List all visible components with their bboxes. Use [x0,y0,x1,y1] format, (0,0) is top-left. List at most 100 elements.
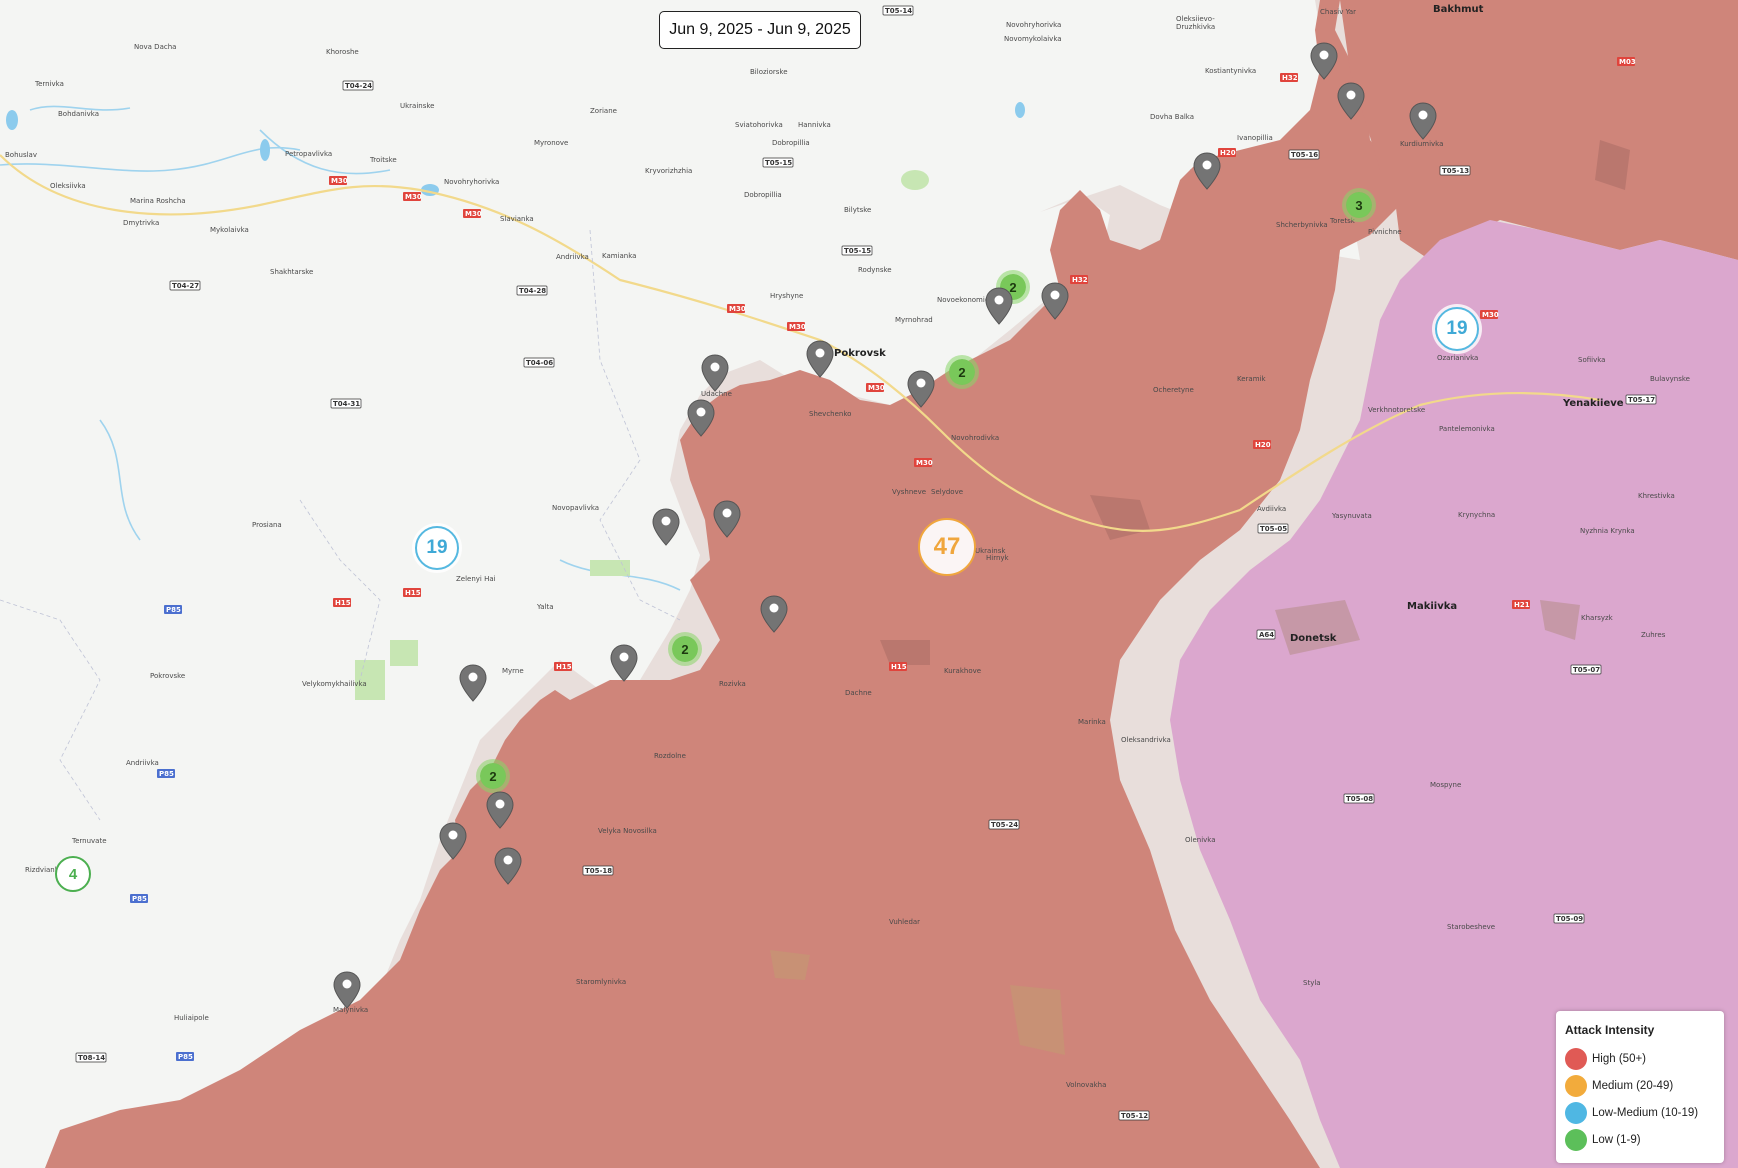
svg-text:T05-18: T05-18 [585,867,612,875]
svg-text:M30: M30 [1482,311,1499,319]
svg-text:Dmytrivka: Dmytrivka [123,219,159,227]
svg-text:Verkhnotoretske: Verkhnotoretske [1368,406,1425,414]
svg-text:Hirnyk: Hirnyk [986,554,1010,562]
svg-text:Ternuvate: Ternuvate [71,837,107,845]
svg-text:T05-05: T05-05 [1260,525,1287,533]
svg-text:M30: M30 [868,384,885,392]
svg-text:Kostiantynivka: Kostiantynivka [1205,67,1256,75]
svg-text:T05-12: T05-12 [1121,1112,1148,1120]
svg-text:H15: H15 [891,663,907,671]
attack-pin-icon[interactable] [806,340,834,378]
svg-text:Zoriane: Zoriane [590,107,617,115]
svg-text:Novohryhorivka: Novohryhorivka [1006,21,1061,29]
attack-pin-icon[interactable] [687,399,715,437]
svg-text:Kharsyzk: Kharsyzk [1581,614,1614,622]
svg-text:Oleksiievo-: Oleksiievo- [1176,15,1215,23]
svg-text:Ukrainsk: Ukrainsk [975,547,1006,555]
svg-text:T05-15: T05-15 [844,247,871,255]
cluster-marker[interactable]: 3 [1342,188,1376,222]
svg-text:Novopavlivka: Novopavlivka [552,504,599,512]
cluster-marker[interactable]: 2 [476,759,510,793]
attack-pin-icon[interactable] [486,791,514,829]
svg-text:T05-15: T05-15 [765,159,792,167]
svg-text:T04-06: T04-06 [526,359,553,367]
svg-text:H15: H15 [556,663,572,671]
low-swatch [1565,1128,1587,1151]
legend-item-low: Low (1-9) [1565,1126,1715,1153]
attack-pin-icon[interactable] [1193,152,1221,190]
attack-pin-icon[interactable] [985,287,1013,325]
attack-pin-icon[interactable] [494,847,522,885]
basemap[interactable]: Nova Dacha Ternivka Bohdanivka Bohuslav … [0,0,1738,1168]
svg-text:Novomykolaivka: Novomykolaivka [1004,35,1062,43]
svg-text:Yalta: Yalta [536,603,554,611]
attack-pin-icon[interactable] [1041,282,1069,320]
svg-text:Starobesheve: Starobesheve [1447,923,1495,931]
map-view[interactable]: Nova Dacha Ternivka Bohdanivka Bohuslav … [0,0,1738,1168]
svg-text:M30: M30 [916,459,933,467]
attack-pin-icon[interactable] [713,500,741,538]
svg-text:Ocheretyne: Ocheretyne [1153,386,1194,394]
svg-text:M30: M30 [405,193,422,201]
svg-text:Huliaipole: Huliaipole [174,1014,209,1022]
svg-text:T04-27: T04-27 [172,282,199,290]
svg-text:Velyka Novosilka: Velyka Novosilka [598,827,657,835]
attack-pin-icon[interactable] [439,822,467,860]
cluster-marker[interactable]: 2 [945,355,979,389]
svg-text:Hannivka: Hannivka [798,121,831,129]
cluster-marker[interactable]: 4 [55,856,91,892]
svg-text:Makiivka: Makiivka [1407,601,1457,612]
legend-label-high: High (50+) [1592,1052,1647,1065]
svg-text:Shcherbynivka: Shcherbynivka [1276,221,1328,229]
attack-pin-icon[interactable] [610,644,638,682]
cluster-marker[interactable]: 19 [1435,307,1479,351]
svg-text:Marina Roshcha: Marina Roshcha [130,197,186,205]
svg-text:H32: H32 [1072,276,1088,284]
attack-pin-icon[interactable] [1409,102,1437,140]
attack-pin-icon[interactable] [1337,82,1365,120]
legend-label-medium: Medium (20-49) [1592,1079,1674,1092]
cluster-marker[interactable]: 19 [415,526,459,570]
svg-text:Pantelemonivka: Pantelemonivka [1439,425,1495,433]
svg-text:Bilytske: Bilytske [844,206,871,214]
svg-text:M30: M30 [331,177,348,185]
svg-text:Biloziorske: Biloziorske [750,68,788,76]
svg-text:Novohryhorivka: Novohryhorivka [444,178,499,186]
cluster-marker[interactable]: 2 [668,632,702,666]
cluster-marker[interactable]: 47 [918,518,976,576]
svg-text:Pivnichne: Pivnichne [1368,228,1402,236]
svg-text:Velykomykhailivka: Velykomykhailivka [302,680,367,688]
svg-text:Myrnohrad: Myrnohrad [895,316,933,324]
svg-text:Krynychna: Krynychna [1458,511,1495,519]
svg-text:H15: H15 [405,589,421,597]
attack-pin-icon[interactable] [652,508,680,546]
svg-text:Slavianka: Slavianka [500,215,534,223]
svg-text:T05-08: T05-08 [1346,795,1373,803]
attack-pin-icon[interactable] [701,354,729,392]
svg-text:Troitske: Troitske [369,156,397,164]
svg-text:Nyzhnia Krynka: Nyzhnia Krynka [1580,527,1635,535]
svg-text:T05-16: T05-16 [1291,151,1318,159]
svg-text:Pokrovsk: Pokrovsk [834,348,886,359]
svg-text:Yenakiieve: Yenakiieve [1562,398,1624,409]
date-range-label[interactable]: Jun 9, 2025 - Jun 9, 2025 [659,11,861,49]
svg-text:Bohdanivka: Bohdanivka [58,110,99,118]
svg-text:Nova Dacha: Nova Dacha [134,43,176,51]
legend-title: Attack Intensity [1565,1023,1655,1037]
attack-pin-icon[interactable] [907,370,935,408]
attack-pin-icon[interactable] [333,971,361,1009]
svg-text:H15: H15 [335,599,351,607]
svg-text:Olenivka: Olenivka [1185,836,1216,844]
attack-pin-icon[interactable] [459,664,487,702]
svg-text:M30: M30 [729,305,746,313]
svg-text:P85: P85 [159,770,174,778]
svg-text:T04-28: T04-28 [519,287,546,295]
attack-pin-icon[interactable] [760,595,788,633]
svg-text:Vyshneve: Vyshneve [892,488,926,496]
svg-text:Ozarianivka: Ozarianivka [1437,354,1478,362]
svg-text:Khrestivka: Khrestivka [1638,492,1675,500]
svg-text:T05-13: T05-13 [1442,167,1469,175]
svg-text:T04-31: T04-31 [333,400,360,408]
attack-pin-icon[interactable] [1310,42,1338,80]
svg-text:T05-07: T05-07 [1573,666,1600,674]
